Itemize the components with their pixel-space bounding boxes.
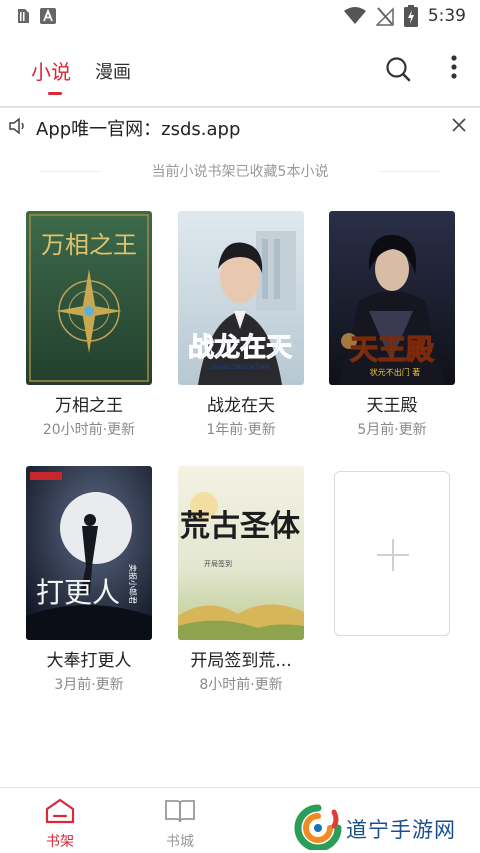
- plus-icon-vertical: [392, 539, 394, 571]
- more-vertical-icon[interactable]: [448, 54, 460, 82]
- watermark-logo-icon: [294, 804, 342, 850]
- tab-comic[interactable]: 漫画: [95, 58, 131, 84]
- sim-icon: [18, 9, 29, 23]
- status-right: 5:39: [343, 5, 466, 27]
- book-update-time: 8小时前·更新: [199, 677, 283, 693]
- cover-subtitle: 状元不出门 著: [370, 367, 421, 377]
- cover-title: 天王殿: [350, 333, 434, 366]
- cover-subtitle: 开局签到: [204, 559, 232, 568]
- status-time: 5:39: [427, 6, 466, 26]
- watermark-text: 道宁手游网: [346, 818, 456, 842]
- speaker-icon: [9, 117, 24, 135]
- search-icon[interactable]: [385, 56, 411, 82]
- book-title: 万相之王: [55, 396, 123, 416]
- notice-bar: App唯一官网：zsds.app: [0, 108, 480, 146]
- cover-subtitle: ZHANLONGZAITIAN: [211, 364, 269, 371]
- book-title: 天王殿: [366, 396, 418, 416]
- no-signal-icon: [375, 7, 394, 26]
- close-icon[interactable]: [451, 117, 467, 133]
- cover-title: 荒古圣体: [180, 509, 301, 544]
- battery-icon: [403, 5, 418, 27]
- notice-text: App唯一官网：zsds.app: [36, 119, 241, 140]
- cover-title: 打更人: [36, 576, 120, 609]
- wifi-icon: [343, 7, 366, 24]
- add-book-button[interactable]: [334, 471, 450, 636]
- notification-a-icon: [40, 8, 56, 24]
- tab-novel[interactable]: 小说: [31, 56, 71, 85]
- book-title: 战龙在天: [207, 396, 275, 416]
- cover-title: 万相之王: [41, 231, 137, 259]
- book-cover[interactable]: 打更人 卖报小郎君: [26, 466, 152, 640]
- nav-bookstore[interactable]: 书城: [150, 798, 210, 851]
- shelf-summary: 当前小说书架已收藏5本小说: [40, 158, 440, 184]
- cover-subtitle: 卖报小郎君: [128, 564, 138, 604]
- book-cover[interactable]: 荒古圣体 开局签到: [178, 466, 304, 640]
- book-update-time: 5月前·更新: [357, 422, 427, 438]
- active-tab-indicator: [48, 92, 62, 95]
- open-book-icon: [165, 800, 195, 823]
- book-update-time: 20小时前·更新: [42, 422, 136, 438]
- nav-bookstore-label: 书城: [166, 834, 194, 850]
- book-cover[interactable]: 战龙在天 ZHANLONGZAITIAN: [178, 211, 304, 385]
- shelf-summary-text: 当前小说书架已收藏5本小说: [151, 164, 329, 180]
- bookshelf-icon: [45, 798, 75, 824]
- cover-title: 战龙在天: [188, 333, 292, 363]
- status-bar: 5:39: [0, 0, 480, 32]
- nav-bookshelf-label: 书架: [46, 834, 74, 850]
- site-watermark: 道宁手游网: [288, 800, 480, 853]
- book-update-time: 1年前·更新: [206, 422, 276, 438]
- nav-bookshelf[interactable]: 书架: [30, 798, 90, 851]
- book-title: 大奉打更人: [46, 651, 132, 671]
- book-title: 开局签到荒...: [190, 651, 292, 671]
- book-cover[interactable]: 天王殿 状元不出门 著: [329, 211, 455, 385]
- book-cover[interactable]: 万相之王: [26, 211, 152, 385]
- app-header: 小说 漫画: [0, 32, 480, 106]
- book-update-time: 3月前·更新: [54, 677, 124, 693]
- status-left: [16, 8, 56, 24]
